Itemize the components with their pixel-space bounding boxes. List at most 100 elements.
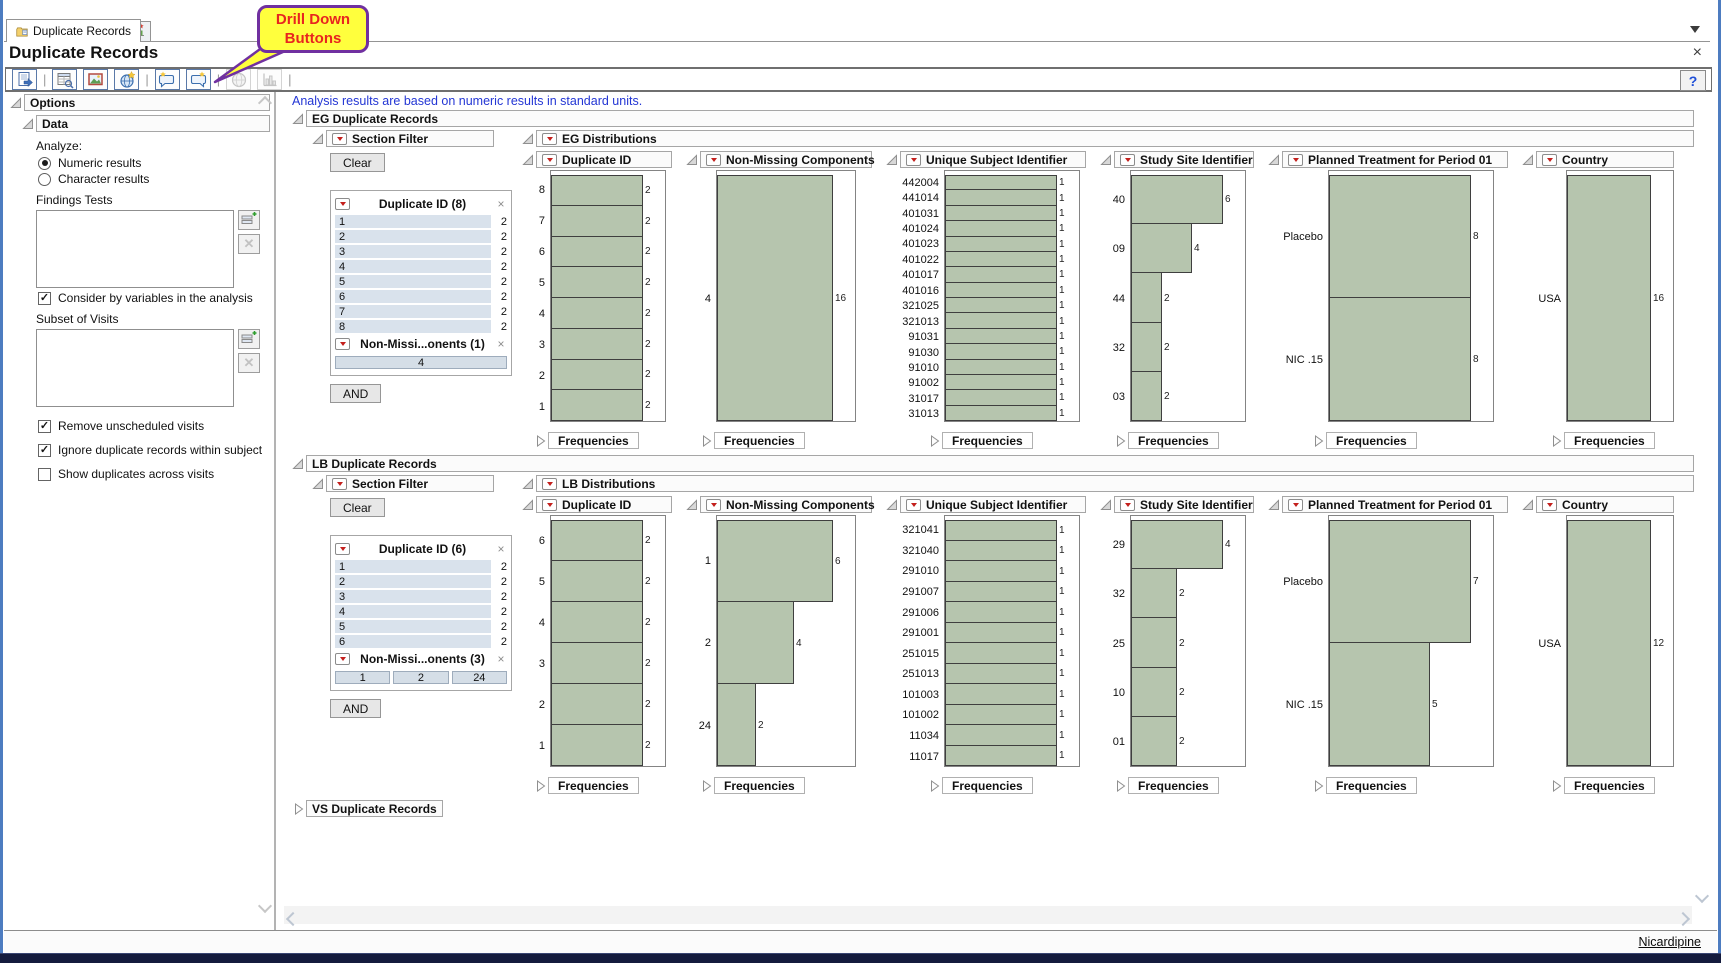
subset-of-visits-listbox[interactable] [36,329,234,407]
red-menu-icon[interactable] [335,653,350,665]
filter-segment[interactable]: 2 [393,671,448,684]
histogram-bar[interactable] [945,389,1057,405]
disclosure-open-icon[interactable] [522,478,534,490]
delete-findings-test-button[interactable]: ✕ [238,234,260,254]
histogram-bar[interactable] [945,205,1057,221]
histogram-bar[interactable] [945,189,1057,205]
disclosure-open-icon[interactable] [886,154,898,166]
red-menu-icon[interactable] [542,499,557,511]
disclosure-open-icon[interactable] [292,458,304,470]
red-menu-icon[interactable] [1542,499,1557,511]
histogram-bar[interactable] [945,374,1057,390]
histogram-bar[interactable] [1131,568,1177,618]
filter-row[interactable]: 12 [335,214,507,229]
histogram-bar[interactable] [945,266,1057,282]
tab-duplicate-records[interactable]: Duplicate Records [6,19,141,42]
close-filter-icon[interactable]: × [495,652,507,666]
scroll-right-icon[interactable] [1678,911,1688,929]
disclosure-closed-icon[interactable] [1114,780,1126,792]
disclosure-closed-icon[interactable] [1550,780,1562,792]
filter-segment[interactable]: 4 [335,356,507,369]
disclosure-closed-icon[interactable] [534,435,546,447]
red-menu-icon[interactable] [332,133,347,145]
histogram-bar[interactable] [551,560,643,602]
study-link[interactable]: Nicardipine [1638,935,1701,949]
filter-segment[interactable]: 1 [335,671,390,684]
frequencies-button[interactable]: Frequencies [1564,777,1655,794]
histogram-bar[interactable] [1131,371,1162,421]
histogram-bar[interactable] [945,745,1057,767]
journal-icon[interactable] [52,69,77,90]
disclosure-open-icon[interactable] [292,113,304,125]
histogram-bar[interactable] [945,251,1057,267]
histogram-bar[interactable] [945,236,1057,252]
histogram-bar[interactable] [551,266,643,298]
disclosure-open-icon[interactable] [1100,154,1112,166]
disclosure-closed-icon[interactable] [292,803,304,815]
numeric-results-radio[interactable] [38,157,51,170]
red-menu-icon[interactable] [706,499,721,511]
and-button[interactable]: AND [330,384,381,403]
red-menu-icon[interactable] [335,543,350,555]
histogram-bar[interactable] [945,622,1057,644]
histogram-bar[interactable] [945,297,1057,313]
scroll-down-icon[interactable] [1697,888,1707,906]
histogram-bar[interactable] [945,724,1057,746]
histogram-bar[interactable] [1131,322,1162,372]
close-filter-icon[interactable]: × [495,542,507,556]
red-menu-icon[interactable] [1288,499,1303,511]
histogram-bar[interactable] [1567,175,1651,421]
histogram-bar[interactable] [1131,667,1177,717]
delete-visit-button[interactable]: ✕ [238,353,260,373]
frequencies-button[interactable]: Frequencies [548,777,639,794]
frequencies-button[interactable]: Frequencies [714,777,805,794]
filter-row[interactable]: 42 [335,259,507,274]
help-button[interactable]: ? [1680,70,1706,91]
histogram-bar[interactable] [945,343,1057,359]
histogram-bar[interactable] [551,205,643,237]
histogram-bar[interactable] [551,601,643,643]
disclosure-closed-icon[interactable] [1550,435,1562,447]
histogram-bar[interactable] [551,389,643,421]
histogram-bar[interactable] [551,642,643,684]
filter-row[interactable]: 22 [335,229,507,244]
disclosure-closed-icon[interactable] [1114,435,1126,447]
red-menu-icon[interactable] [1120,154,1135,166]
histogram-bar[interactable] [551,520,643,561]
histogram-bar[interactable] [551,724,643,766]
add-visit-button[interactable] [238,329,260,349]
histogram-bar[interactable] [1329,297,1471,421]
disclosure-closed-icon[interactable] [534,780,546,792]
disclosure-open-icon[interactable] [1522,154,1534,166]
and-button[interactable]: AND [330,699,381,718]
histogram-bar[interactable] [1131,617,1177,667]
web-report-icon[interactable] [114,69,139,90]
filter-row[interactable]: 12 [335,559,507,574]
disclosure-open-icon[interactable] [522,499,534,511]
histogram-bar[interactable] [1131,716,1177,766]
clear-button[interactable]: Clear [330,498,385,517]
red-menu-icon[interactable] [1288,154,1303,166]
filter-row[interactable]: 32 [335,589,507,604]
histogram-bar[interactable] [1131,520,1223,569]
disclosure-open-icon[interactable] [1100,499,1112,511]
close-filter-icon[interactable]: × [495,337,507,351]
red-menu-icon[interactable] [332,478,347,490]
histogram-bar[interactable] [551,175,643,206]
histogram-bar[interactable] [945,328,1057,344]
disclosure-closed-icon[interactable] [700,435,712,447]
filter-row[interactable]: 72 [335,304,507,319]
histogram-bar[interactable] [1329,175,1471,298]
histogram-bar[interactable] [945,581,1057,603]
histogram-bar[interactable] [945,282,1057,298]
red-menu-icon[interactable] [335,198,350,210]
frequencies-button[interactable]: Frequencies [1564,432,1655,449]
disclosure-open-icon[interactable] [10,97,22,109]
frequencies-button[interactable]: Frequencies [714,432,805,449]
red-menu-icon[interactable] [906,154,921,166]
red-menu-icon[interactable] [906,499,921,511]
frequencies-button[interactable]: Frequencies [1128,777,1219,794]
histogram-bar[interactable] [1131,223,1192,273]
histogram-bar[interactable] [1131,175,1223,224]
note-left-icon[interactable] [155,69,180,90]
